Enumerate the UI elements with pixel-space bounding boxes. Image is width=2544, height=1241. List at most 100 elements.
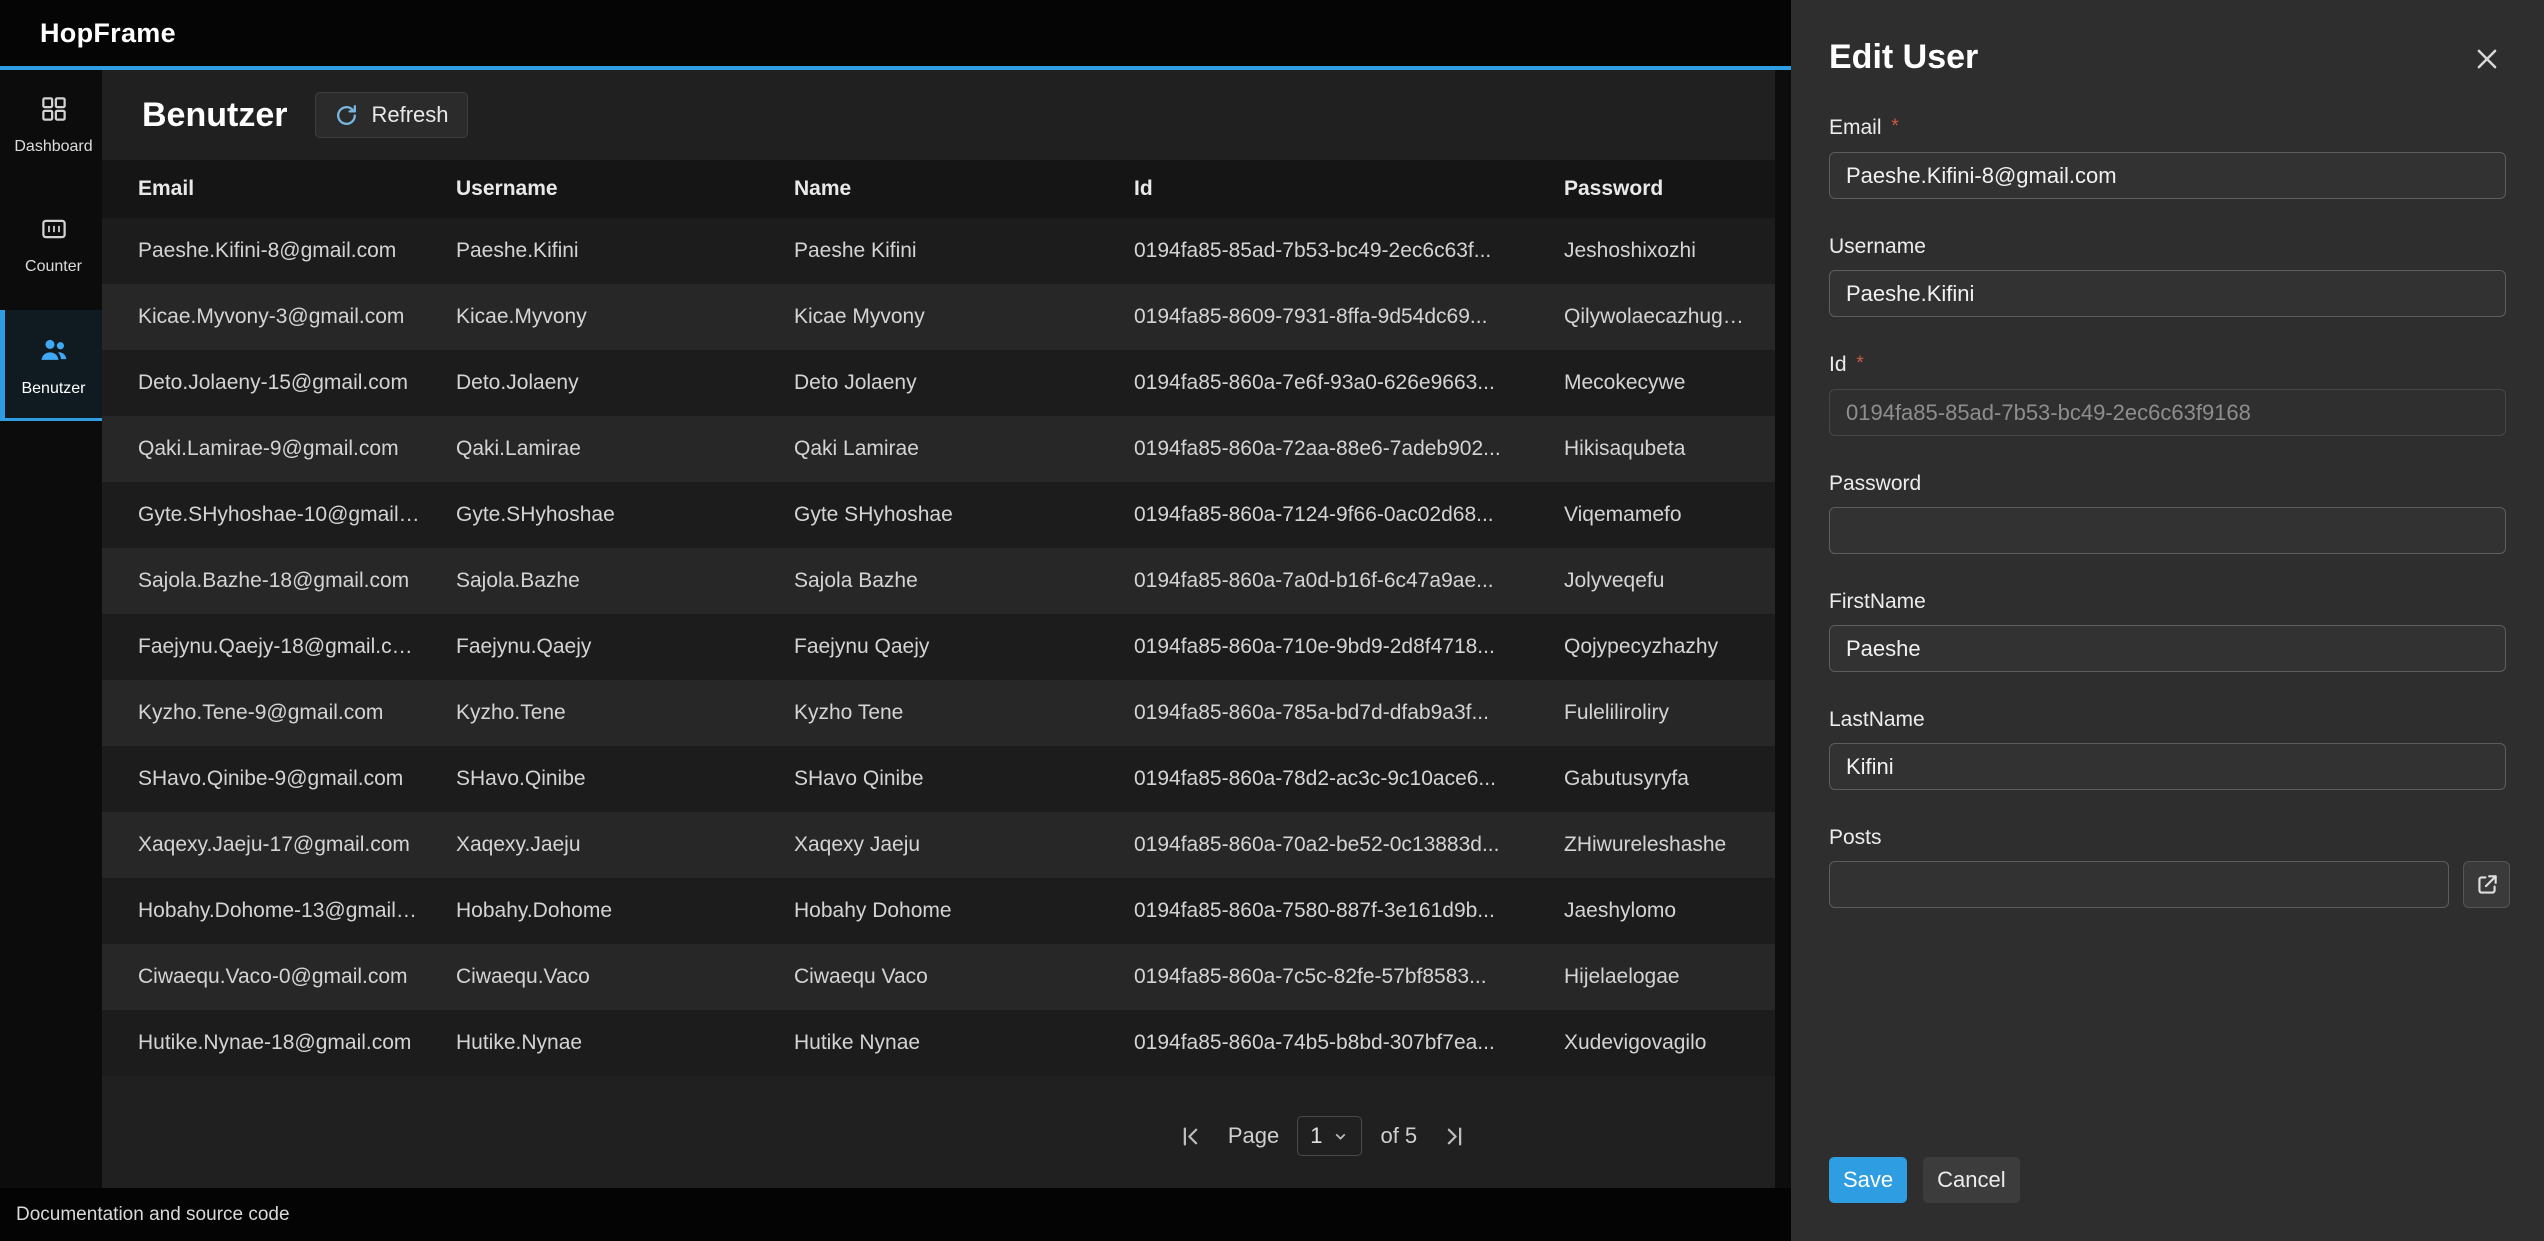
field-username: Username [1829,234,2506,317]
cell-name: Kyzho Tene [770,680,1110,746]
table-row[interactable]: Faejynu.Qaejy-18@gmail.comFaejynu.QaejyF… [102,614,1775,680]
sidebar-item-counter[interactable]: Counter [0,190,102,296]
cell-password: ZHiwureleshashe [1540,812,1775,878]
cell-password: Xudevigovagilo [1540,1010,1775,1076]
cell-email: SHavo.Qinibe-9@gmail.com [102,746,432,812]
content-header: Benutzer Refresh [102,70,1775,160]
cell-email: Qaki.Lamirae-9@gmail.com [102,416,432,482]
app-title: HopFrame [40,18,176,49]
close-button[interactable] [2468,40,2506,81]
username-label: Username [1829,234,2506,260]
refresh-button[interactable]: Refresh [315,92,467,138]
cell-id: 0194fa85-860a-7c5c-82fe-57bf8583... [1110,944,1540,1010]
email-input[interactable] [1829,152,2506,199]
docs-link[interactable]: Documentation and source code [16,1204,290,1226]
field-id: Id * [1829,352,2506,436]
sidebar-item-label: Dashboard [14,138,92,156]
cell-id: 0194fa85-860a-710e-9bd9-2d8f4718... [1110,614,1540,680]
cell-email: Hutike.Nynae-18@gmail.com [102,1010,432,1076]
sidebar: Dashboard Counter [0,70,102,1188]
cell-password: Qilywolaecazhugekae [1540,284,1775,350]
id-input[interactable] [1829,389,2506,436]
table-row[interactable]: Xaqexy.Jaeju-17@gmail.comXaqexy.JaejuXaq… [102,812,1775,878]
email-label: Email * [1829,115,2506,142]
cell-username: Xaqexy.Jaeju [432,812,770,878]
password-input[interactable] [1829,507,2506,554]
panel-actions: Save Cancel [1829,1157,2020,1203]
edit-user-panel: Edit User Email *UsernameId *PasswordFir… [1791,0,2544,1241]
cell-username: Ciwaequ.Vaco [432,944,770,1010]
cell-password: Jeshoshixozhi [1540,218,1775,284]
table-row[interactable]: Kyzho.Tene-9@gmail.comKyzho.TeneKyzho Te… [102,680,1775,746]
page-select[interactable]: 1 [1297,1116,1362,1156]
cell-email: Sajola.Bazhe-18@gmail.com [102,548,432,614]
firstname-label: FirstName [1829,589,2506,615]
posts-input[interactable] [1829,861,2449,908]
cell-name: Ciwaequ Vaco [770,944,1110,1010]
left-region: HopFrame Dashboard [0,0,1791,1241]
scrollbar-track[interactable] [1775,70,1791,1188]
panel-title: Edit User [1829,38,1978,77]
table-row[interactable]: Hobahy.Dohome-13@gmail.comHobahy.DohomeH… [102,878,1775,944]
column-header-username[interactable]: Username [432,160,770,218]
posts-open-button[interactable] [2463,861,2510,908]
cell-username: Gyte.SHyhoshae [432,482,770,548]
cell-password: Viqemamefo [1540,482,1775,548]
table-row[interactable]: Qaki.Lamirae-9@gmail.comQaki.LamiraeQaki… [102,416,1775,482]
cell-password: Gabutusyryfa [1540,746,1775,812]
table-row[interactable]: Hutike.Nynae-18@gmail.comHutike.NynaeHut… [102,1010,1775,1076]
cell-username: Qaki.Lamirae [432,416,770,482]
topbar: HopFrame [0,0,1791,66]
cell-username: Sajola.Bazhe [432,548,770,614]
table-row[interactable]: Sajola.Bazhe-18@gmail.comSajola.BazheSaj… [102,548,1775,614]
cell-name: Kicae Myvony [770,284,1110,350]
table-row[interactable]: SHavo.Qinibe-9@gmail.comSHavo.QinibeSHav… [102,746,1775,812]
cell-email: Kicae.Myvony-3@gmail.com [102,284,432,350]
chevron-down-icon [1332,1128,1349,1145]
cell-email: Xaqexy.Jaeju-17@gmail.com [102,812,432,878]
page-title: Benutzer [142,96,287,135]
column-header-name[interactable]: Name [770,160,1110,218]
table-row[interactable]: Deto.Jolaeny-15@gmail.comDeto.JolaenyDet… [102,350,1775,416]
table-row[interactable]: Paeshe.Kifini-8@gmail.comPaeshe.KifiniPa… [102,218,1775,284]
table-row[interactable]: Gyte.SHyhoshae-10@gmail.comGyte.SHyhosha… [102,482,1775,548]
column-header-password[interactable]: Password [1540,160,1775,218]
sidebar-item-benutzer[interactable]: Benutzer [0,310,102,421]
cell-password: Mecokecywe [1540,350,1775,416]
cell-username: Paeshe.Kifini [432,218,770,284]
page-label: Page [1228,1123,1279,1149]
table-row[interactable]: Kicae.Myvony-3@gmail.comKicae.MyvonyKica… [102,284,1775,350]
sidebar-item-dashboard[interactable]: Dashboard [0,70,102,176]
column-header-email[interactable]: Email [102,160,432,218]
username-input[interactable] [1829,270,2506,317]
users-icon [38,334,70,371]
cell-id: 0194fa85-860a-78d2-ac3c-9c10ace6... [1110,746,1540,812]
required-asterisk: * [1856,353,1863,374]
lastname-input[interactable] [1829,743,2506,790]
cell-id: 0194fa85-860a-785a-bd7d-dfab9a3f... [1110,680,1540,746]
id-label: Id * [1829,352,2506,379]
cell-name: Deto Jolaeny [770,350,1110,416]
posts-label: Posts [1829,825,2506,851]
cell-id: 0194fa85-860a-7124-9f66-0ac02d68... [1110,482,1540,548]
cell-id: 0194fa85-860a-74b5-b8bd-307bf7ea... [1110,1010,1540,1076]
sidebar-item-label: Counter [25,258,82,276]
last-page-button[interactable] [1435,1117,1474,1156]
field-email: Email * [1829,115,2506,199]
footer: Documentation and source code [0,1188,1791,1241]
cell-username: Hobahy.Dohome [432,878,770,944]
lastname-label: LastName [1829,707,2506,733]
edit-form-fields: Email *UsernameId *PasswordFirstNameLast… [1829,115,2506,908]
cell-password: Hijelaelogae [1540,944,1775,1010]
firstname-input[interactable] [1829,625,2506,672]
save-button[interactable]: Save [1829,1157,1907,1203]
column-header-id[interactable]: Id [1110,160,1540,218]
cancel-button[interactable]: Cancel [1923,1157,2019,1203]
table-row[interactable]: Ciwaequ.Vaco-0@gmail.comCiwaequ.VacoCiwa… [102,944,1775,1010]
first-page-button[interactable] [1171,1117,1210,1156]
refresh-button-label: Refresh [371,102,448,128]
last-page-icon [1441,1123,1468,1150]
cell-username: SHavo.Qinibe [432,746,770,812]
sidebar-item-label: Benutzer [21,380,85,398]
cell-name: Faejynu Qaejy [770,614,1110,680]
